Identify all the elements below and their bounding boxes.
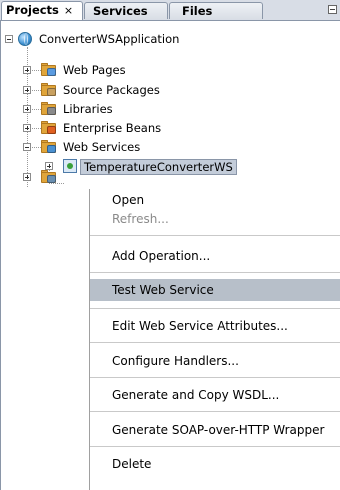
tab-files[interactable]: Files [169,2,263,19]
collapse-toggle-icon[interactable] [5,35,13,43]
tree-item-web-pages[interactable]: Web Pages [63,61,126,79]
tree-project-root[interactable]: ConverterWSApplication [39,30,179,48]
tree-item-temperature-converter-ws[interactable]: TemperatureConverterWS [80,159,237,175]
menu-item-test-web-service[interactable]: Test Web Service [90,279,340,301]
panel-tab-bar: Projects × Services Files [0,0,340,21]
folder-icon [41,170,57,183]
expand-toggle-icon[interactable] [23,173,31,181]
tree-item-libraries[interactable]: Libraries [63,100,113,118]
menu-separator [90,342,340,343]
menu-separator [90,446,340,447]
tree-item-web-services[interactable]: Web Services [63,138,140,156]
web-pages-folder-icon [41,63,57,76]
tree-guide-line [49,183,64,184]
web-services-folder-icon [41,140,57,153]
menu-separator [90,272,340,273]
libraries-folder-icon [41,102,57,115]
menu-item-add-operation[interactable]: Add Operation... [90,245,340,267]
tab-projects[interactable]: Projects × [1,1,83,20]
web-service-icon [63,159,77,173]
expand-toggle-icon[interactable] [23,124,31,132]
tab-services[interactable]: Services [84,2,168,19]
menu-item-edit-web-service-attributes[interactable]: Edit Web Service Attributes... [90,315,340,337]
expand-toggle-icon[interactable] [23,66,31,74]
menu-item-generate-soap-wrapper[interactable]: Generate SOAP-over-HTTP Wrapper [90,419,340,441]
collapse-toggle-icon[interactable] [23,143,31,151]
menu-item-refresh: Refresh... [112,212,169,226]
tree-item-source-packages[interactable]: Source Packages [63,81,160,99]
menu-separator [90,377,340,378]
expand-toggle-icon[interactable] [23,105,31,113]
enterprise-beans-folder-icon [41,121,57,134]
minimize-window-icon[interactable] [328,5,337,14]
expand-toggle-icon[interactable] [23,86,31,94]
tab-files-label: Files [182,4,213,18]
menu-item-generate-and-copy-wsdl[interactable]: Generate and Copy WSDL... [90,384,340,406]
menu-item-delete[interactable]: Delete [90,453,340,475]
menu-separator [90,411,340,412]
menu-item-configure-handlers[interactable]: Configure Handlers... [90,350,340,372]
tree-item-enterprise-beans[interactable]: Enterprise Beans [63,119,161,137]
expand-toggle-icon[interactable] [45,162,53,170]
close-tab-icon[interactable]: × [64,4,73,17]
context-menu: Open Refresh... Add Operation... Test We… [89,189,340,490]
source-packages-folder-icon [41,83,57,96]
tab-services-label: Services [93,4,148,18]
menu-separator [90,308,340,309]
web-project-globe-icon [18,32,32,46]
tab-projects-label: Projects [6,3,59,17]
menu-separator [90,235,340,236]
